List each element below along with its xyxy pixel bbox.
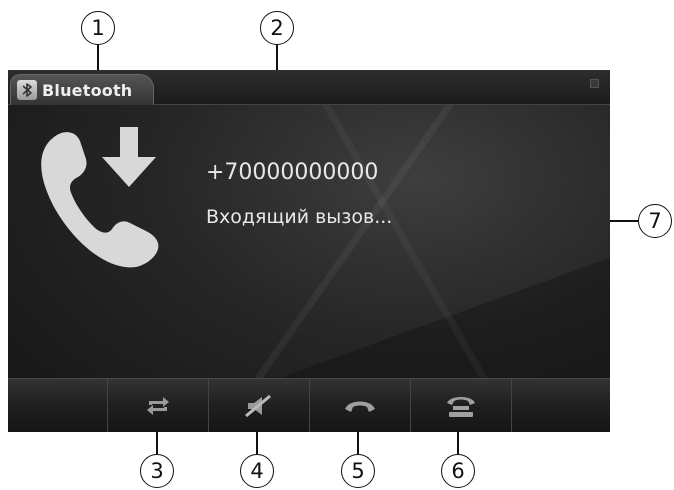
call-screen: Bluetooth +70000000000 Входящий вызов...: [8, 70, 610, 432]
empty-slot: [8, 379, 108, 432]
end-call-button[interactable]: [310, 379, 411, 432]
hang-up-icon: [345, 401, 375, 412]
call-controls-bar: [8, 378, 610, 432]
top-bar: Bluetooth: [8, 70, 610, 105]
indicator-square: [590, 79, 599, 88]
call-status: Входящий вызов...: [206, 206, 393, 228]
incoming-call-icon: [41, 127, 159, 268]
swap-arrows-icon: [147, 397, 169, 415]
callout-7: 7: [638, 204, 672, 238]
callout-6: 6: [441, 454, 475, 488]
callout-3: 3: [140, 454, 174, 488]
empty-slot: [512, 379, 610, 432]
bluetooth-tab-label: Bluetooth: [42, 80, 133, 100]
mute-icon: [245, 394, 271, 418]
mute-button[interactable]: [209, 379, 310, 432]
answer-call-button[interactable]: [411, 379, 512, 432]
bluetooth-tab[interactable]: Bluetooth: [10, 74, 154, 105]
callout-2: 2: [260, 11, 294, 45]
bluetooth-icon: [17, 80, 37, 100]
callout-1: 1: [81, 11, 115, 45]
answer-phone-icon: [447, 397, 475, 417]
callout-4: 4: [240, 454, 274, 488]
callout-5: 5: [341, 454, 375, 488]
caller-number: +70000000000: [206, 160, 379, 185]
switch-audio-button[interactable]: [108, 379, 209, 432]
